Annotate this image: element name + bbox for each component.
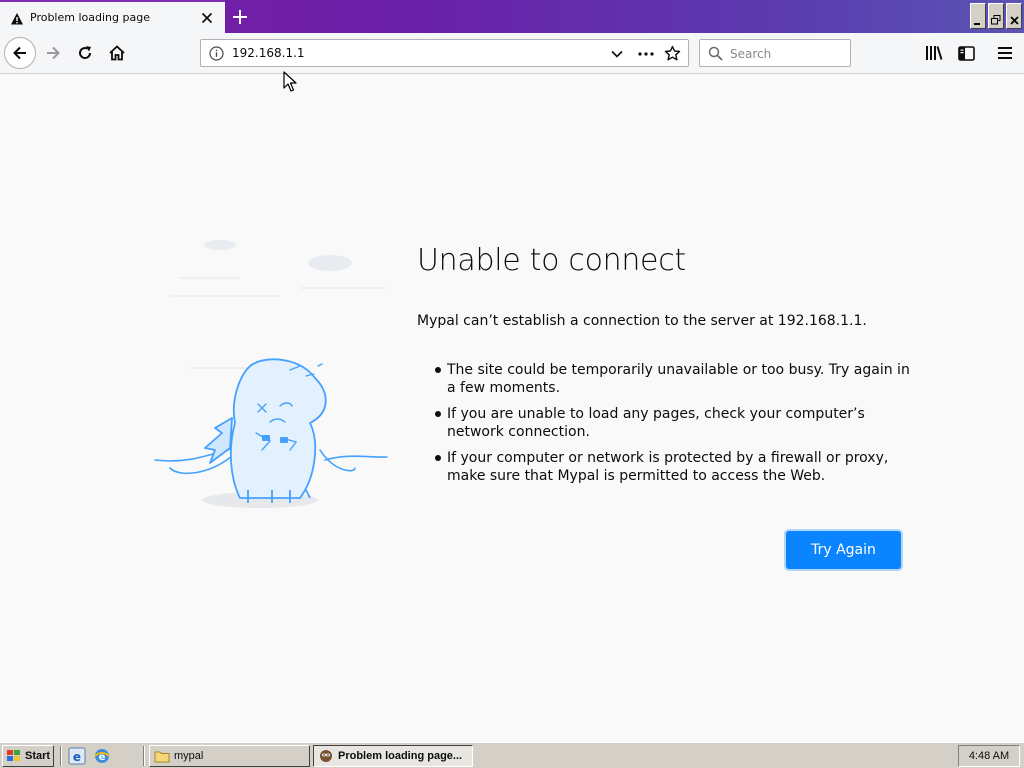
reload-icon	[79, 46, 92, 59]
quicklaunch-ie-icon[interactable]: e	[68, 747, 86, 768]
error-reasons-list: The site could be temporarily unavailabl…	[435, 361, 912, 493]
restore-button[interactable]	[988, 3, 1004, 29]
mypal-app-icon	[320, 750, 332, 762]
folder-icon	[154, 751, 170, 762]
close-window-button[interactable]	[1006, 3, 1022, 29]
tab-strip: Problem loading page	[0, 0, 1024, 33]
page-actions-icon[interactable]	[637, 46, 655, 66]
task-label: Problem loading page...	[338, 750, 463, 762]
mouse-cursor-icon	[283, 71, 297, 97]
taskbar-item-problem-loading-page[interactable]: Problem loading page...	[313, 745, 473, 767]
error-description: Mypal can’t establish a connection to th…	[417, 313, 867, 329]
chevron-down-icon[interactable]	[609, 46, 625, 66]
library-button[interactable]	[920, 39, 948, 67]
system-tray-clock[interactable]: 4:48 AM	[958, 745, 1020, 767]
search-icon	[708, 46, 723, 65]
bookmark-star-icon[interactable]	[664, 45, 681, 66]
menu-button[interactable]	[991, 39, 1019, 67]
close-tab-icon[interactable]	[199, 10, 215, 26]
svg-text:e: e	[73, 750, 81, 764]
back-button[interactable]	[4, 37, 36, 69]
minimize-button[interactable]	[970, 3, 986, 29]
url-text[interactable]: 192.168.1.1	[232, 46, 305, 60]
list-item: The site could be temporarily unavailabl…	[435, 361, 912, 397]
site-info-icon[interactable]	[209, 46, 224, 65]
task-label: mypal	[174, 750, 204, 762]
taskbar: Start e e mypal Problem loading page... …	[0, 742, 1024, 768]
taskbar-item-mypal-folder[interactable]: mypal	[149, 745, 310, 767]
error-heading: Unable to connect	[417, 243, 686, 278]
list-item: If your computer or network is protected…	[435, 449, 912, 485]
navigation-toolbar: 192.168.1.1	[0, 33, 1024, 74]
windows-logo-icon	[7, 750, 20, 761]
back-arrow-icon	[13, 46, 26, 60]
start-button[interactable]: Start	[2, 745, 54, 767]
tab-problem-loading[interactable]: Problem loading page	[0, 0, 225, 33]
svg-text:e: e	[99, 752, 106, 763]
list-item: If you are unable to load any pages, che…	[435, 405, 912, 441]
start-label: Start	[25, 750, 51, 762]
address-bar[interactable]: 192.168.1.1	[200, 39, 689, 67]
home-button[interactable]	[102, 38, 132, 68]
sidebar-button[interactable]	[952, 39, 980, 67]
sidebar-icon	[957, 45, 975, 61]
library-icon	[926, 46, 943, 60]
try-again-button[interactable]: Try Again	[787, 532, 900, 568]
search-bar[interactable]	[699, 39, 851, 67]
quicklaunch-browser-icon[interactable]: e	[93, 747, 111, 768]
home-icon	[109, 45, 125, 61]
unplugged-dinosaur-illustration	[150, 228, 390, 522]
warning-icon	[10, 11, 24, 30]
forward-arrow-icon	[47, 46, 60, 60]
search-input[interactable]	[730, 45, 840, 62]
hamburger-menu-icon	[998, 47, 1012, 59]
tab-title: Problem loading page	[30, 11, 150, 24]
new-tab-icon[interactable]	[229, 6, 251, 28]
reload-button[interactable]	[70, 38, 100, 68]
forward-button[interactable]	[38, 38, 68, 68]
